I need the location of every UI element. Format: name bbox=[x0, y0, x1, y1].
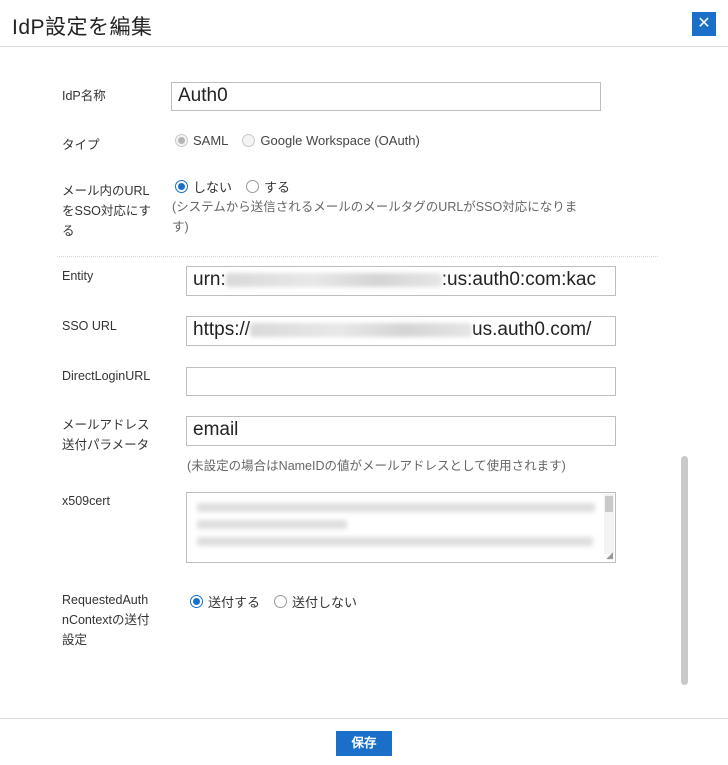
radio-authn-send[interactable] bbox=[190, 595, 203, 608]
requested-authn-context-radio-group: 送付する 送付しない bbox=[190, 592, 371, 611]
type-option-google[interactable]: Google Workspace (OAuth) bbox=[242, 133, 420, 148]
idp-name-input[interactable]: Auth0 bbox=[171, 82, 601, 111]
radio-saml[interactable] bbox=[175, 134, 188, 147]
email-param-value: email bbox=[193, 419, 239, 440]
mail-sso-option-no-label: しない bbox=[193, 180, 233, 195]
mail-sso-option-yes-label: する bbox=[264, 180, 291, 195]
close-button[interactable]: ✕ bbox=[692, 12, 716, 36]
authn-option-send[interactable]: 送付する bbox=[190, 592, 260, 611]
save-button[interactable]: 保存 bbox=[336, 731, 392, 756]
authn-option-no-send-label: 送付しない bbox=[292, 595, 358, 610]
entity-suffix: :us:auth0:com:kac bbox=[441, 269, 596, 290]
dialog-footer: 保存 bbox=[0, 718, 728, 765]
redacted-text bbox=[225, 272, 442, 287]
mail-sso-label-line2: をSSO対応にす bbox=[62, 204, 152, 218]
type-label: タイプ bbox=[62, 138, 100, 152]
redacted-cert-line bbox=[197, 537, 593, 546]
mail-sso-option-no[interactable]: しない bbox=[175, 177, 232, 196]
entity-prefix: urn: bbox=[193, 269, 226, 290]
radio-google[interactable] bbox=[242, 134, 256, 147]
sso-url-input[interactable]: https:// us.auth0.com/ bbox=[186, 316, 616, 346]
radio-mail-sso-yes[interactable] bbox=[246, 180, 260, 193]
authn-option-send-label: 送付する bbox=[208, 595, 261, 610]
dialog-header: IdP設定を編集 ✕ bbox=[0, 0, 728, 47]
radio-mail-sso-no[interactable] bbox=[175, 180, 188, 193]
section-divider bbox=[57, 256, 658, 257]
email-param-label: メールアドレス 送付パラメータ bbox=[62, 415, 150, 455]
requested-authn-context-label-line1: RequestedAuth bbox=[62, 593, 149, 607]
sso-url-suffix: us.auth0.com/ bbox=[472, 319, 592, 340]
direct-login-url-label: DirectLoginURL bbox=[62, 369, 151, 383]
mail-sso-label-line3: る bbox=[62, 224, 75, 238]
direct-login-url-input[interactable] bbox=[186, 367, 616, 396]
textarea-scrollbar-thumb[interactable] bbox=[605, 496, 613, 512]
email-param-label-line2: 送付パラメータ bbox=[62, 438, 150, 452]
entity-input[interactable]: urn: :us:auth0:com:kac bbox=[186, 266, 616, 296]
mail-sso-hint-line2: す) bbox=[172, 220, 189, 234]
mail-sso-option-yes[interactable]: する bbox=[246, 177, 290, 196]
close-icon: ✕ bbox=[697, 15, 711, 32]
mail-sso-hint: (システムから送信されるメールのメールタグのURLがSSO対応になりま す) bbox=[172, 197, 612, 237]
edit-idp-dialog: IdP設定を編集 ✕ IdP名称 Auth0 タイプ SAML Google W… bbox=[0, 0, 728, 765]
dialog-title: IdP設定を編集 bbox=[12, 16, 153, 39]
idp-name-label: IdP名称 bbox=[62, 89, 106, 103]
type-option-saml[interactable]: SAML bbox=[175, 133, 228, 148]
redacted-text bbox=[250, 322, 473, 337]
type-radio-group: SAML Google Workspace (OAuth) bbox=[175, 133, 434, 148]
requested-authn-context-label-line2: nContextの送付 bbox=[62, 613, 150, 627]
mail-sso-label: メール内のURL をSSO対応にす る bbox=[62, 181, 151, 241]
radio-authn-no-send[interactable] bbox=[274, 595, 288, 608]
mail-sso-radio-group: しない する bbox=[175, 177, 304, 196]
dialog-scrollbar-thumb[interactable] bbox=[681, 456, 688, 685]
resize-grip-icon[interactable]: ◢ bbox=[606, 551, 613, 560]
requested-authn-context-label: RequestedAuth nContextの送付 設定 bbox=[62, 590, 150, 650]
mail-sso-hint-line1: (システムから送信されるメールのメールタグのURLがSSO対応になりま bbox=[172, 200, 578, 214]
authn-option-no-send[interactable]: 送付しない bbox=[274, 592, 357, 611]
entity-label: Entity bbox=[62, 269, 94, 283]
redacted-cert-line bbox=[197, 520, 347, 529]
idp-name-value: Auth0 bbox=[178, 85, 228, 106]
email-param-hint: (未設定の場合はNameIDの値がメールアドレスとして使用されます) bbox=[187, 459, 566, 473]
x509cert-label: x509cert bbox=[62, 494, 110, 508]
x509cert-textarea[interactable]: ◢ bbox=[186, 492, 616, 563]
type-option-google-label: Google Workspace (OAuth) bbox=[260, 133, 420, 148]
email-param-input[interactable]: email bbox=[186, 416, 616, 446]
requested-authn-context-label-line3: 設定 bbox=[62, 633, 88, 647]
sso-url-label: SSO URL bbox=[62, 319, 117, 333]
mail-sso-label-line1: メール内のURL bbox=[62, 184, 150, 198]
redacted-cert-line bbox=[197, 503, 595, 512]
email-param-label-line1: メールアドレス bbox=[62, 418, 150, 432]
sso-url-prefix: https:// bbox=[193, 319, 251, 340]
type-option-saml-label: SAML bbox=[193, 133, 229, 148]
